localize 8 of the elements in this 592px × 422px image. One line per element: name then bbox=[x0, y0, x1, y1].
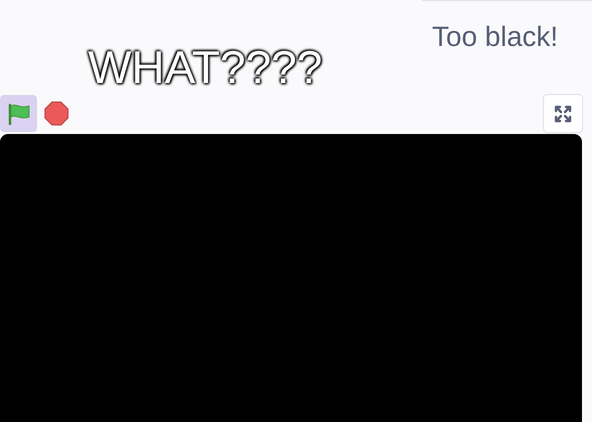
flag-icon bbox=[6, 102, 30, 124]
speech-text: Too black! bbox=[432, 20, 558, 54]
meme-caption: WHAT???? bbox=[88, 40, 322, 94]
fullscreen-icon bbox=[554, 104, 572, 122]
stop-icon bbox=[44, 101, 68, 126]
start-flag-button[interactable] bbox=[0, 95, 37, 132]
stop-button[interactable] bbox=[43, 100, 69, 126]
fullscreen-button[interactable] bbox=[543, 94, 583, 133]
